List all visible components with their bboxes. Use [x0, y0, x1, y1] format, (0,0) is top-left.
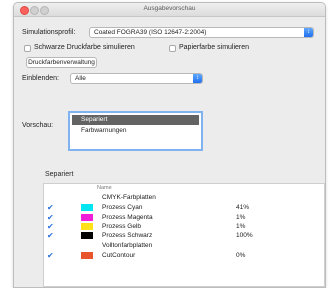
preview-option-color-warnings[interactable]: Farbwarnungen — [72, 126, 199, 136]
color-swatch — [81, 204, 93, 211]
separation-coverage: 41% — [236, 204, 250, 211]
table-row[interactable]: Vollton­farbplatten — [44, 241, 324, 250]
separations-section-title: Separiert — [45, 171, 74, 178]
simulate-black-ink-checkbox[interactable] — [24, 45, 31, 52]
separation-name: Prozess Magenta — [102, 214, 153, 221]
checkmark-icon[interactable]: ✔ — [47, 213, 54, 222]
table-row[interactable]: ✔ Prozess Magenta 1% — [44, 213, 324, 222]
preview-option-separated[interactable]: Separiert — [72, 115, 199, 125]
separation-coverage: 1% — [236, 214, 246, 221]
checkmark-icon[interactable]: ✔ — [47, 203, 54, 212]
table-row[interactable]: ✔ Prozess Gelb 1% — [44, 222, 324, 231]
table-row[interactable]: ✔ Prozess Cyan 41% — [44, 203, 324, 212]
title-bar: Ausgabevorschau — [14, 3, 325, 17]
color-swatch — [81, 214, 93, 221]
column-header-name: Name — [97, 185, 112, 191]
show-label: Einblenden: — [22, 75, 59, 82]
color-swatch — [81, 223, 93, 230]
separation-coverage: 1% — [236, 223, 246, 230]
show-value: Alle — [75, 75, 86, 82]
separation-name: Prozess Gelb — [102, 223, 142, 230]
output-preview-window: Ausgabevorschau Simulationsprofil: Coate… — [13, 2, 326, 288]
simulate-paper-color-label: Papierfarbe simulieren — [179, 44, 250, 51]
separations-table: Name CMYK-Farbplatten ✔ Prozess Cyan 41% ✔ Pr… — [43, 183, 325, 287]
preview-label: Vorschau: — [22, 122, 54, 129]
show-select[interactable]: Alle ↕ — [70, 73, 203, 84]
preview-listbox[interactable]: Separiert Farbwarnungen — [68, 111, 203, 151]
separation-name: Prozess Cyan — [102, 204, 143, 211]
color-swatch — [81, 252, 93, 259]
separation-name: Vollton­farbplatten — [102, 242, 153, 249]
table-row[interactable]: CMYK-Farbplatten — [44, 193, 324, 202]
simulation-profile-label: Simulationsprofil: — [22, 29, 76, 36]
window-title: Ausgabevorschau — [143, 5, 196, 12]
separation-name: CMYK-Farbplatten — [102, 194, 156, 201]
checkmark-icon[interactable]: ✔ — [47, 222, 54, 231]
separation-name: CutContour — [102, 252, 136, 259]
table-row[interactable]: ✔ Prozess Schwarz 100% — [44, 231, 324, 240]
simulation-profile-value: Coated FOGRA39 (ISO 12647-2:2004) — [94, 29, 207, 36]
simulation-profile-select[interactable]: Coated FOGRA39 (ISO 12647-2:2004) ↕ — [89, 27, 314, 38]
separation-coverage: 0% — [236, 252, 246, 259]
ink-manager-button[interactable]: Druckfarbenverwaltung — [26, 57, 97, 68]
separation-name: Prozess Schwarz — [102, 232, 153, 239]
table-row[interactable]: ✔ CutContour 0% — [44, 251, 324, 260]
simulate-black-ink-label: Schwarze Druckfarbe simulieren — [34, 44, 135, 51]
chevron-updown-icon: ↕ — [193, 74, 202, 83]
separation-coverage: 100% — [236, 232, 253, 239]
checkmark-icon[interactable]: ✔ — [47, 251, 54, 260]
chevron-updown-icon: ↕ — [304, 28, 313, 37]
color-swatch — [81, 232, 93, 239]
simulate-paper-color-checkbox[interactable] — [169, 45, 176, 52]
checkmark-icon[interactable]: ✔ — [47, 231, 54, 240]
